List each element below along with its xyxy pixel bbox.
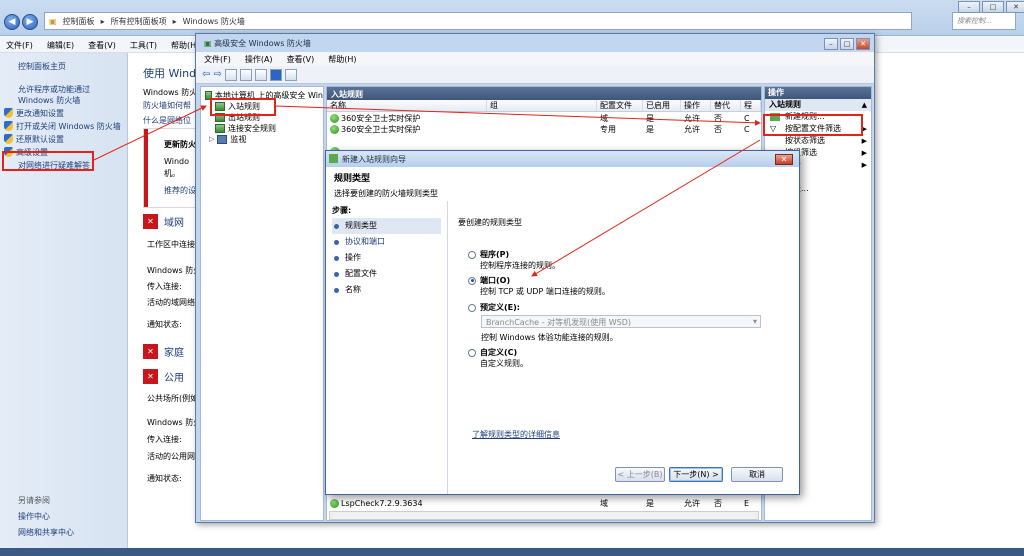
arrow-to-port-option [531, 139, 761, 277]
arrow-to-inbound [93, 105, 207, 161]
arrow-to-new-rule [275, 105, 761, 126]
annotation-arrows [93, 105, 761, 277]
